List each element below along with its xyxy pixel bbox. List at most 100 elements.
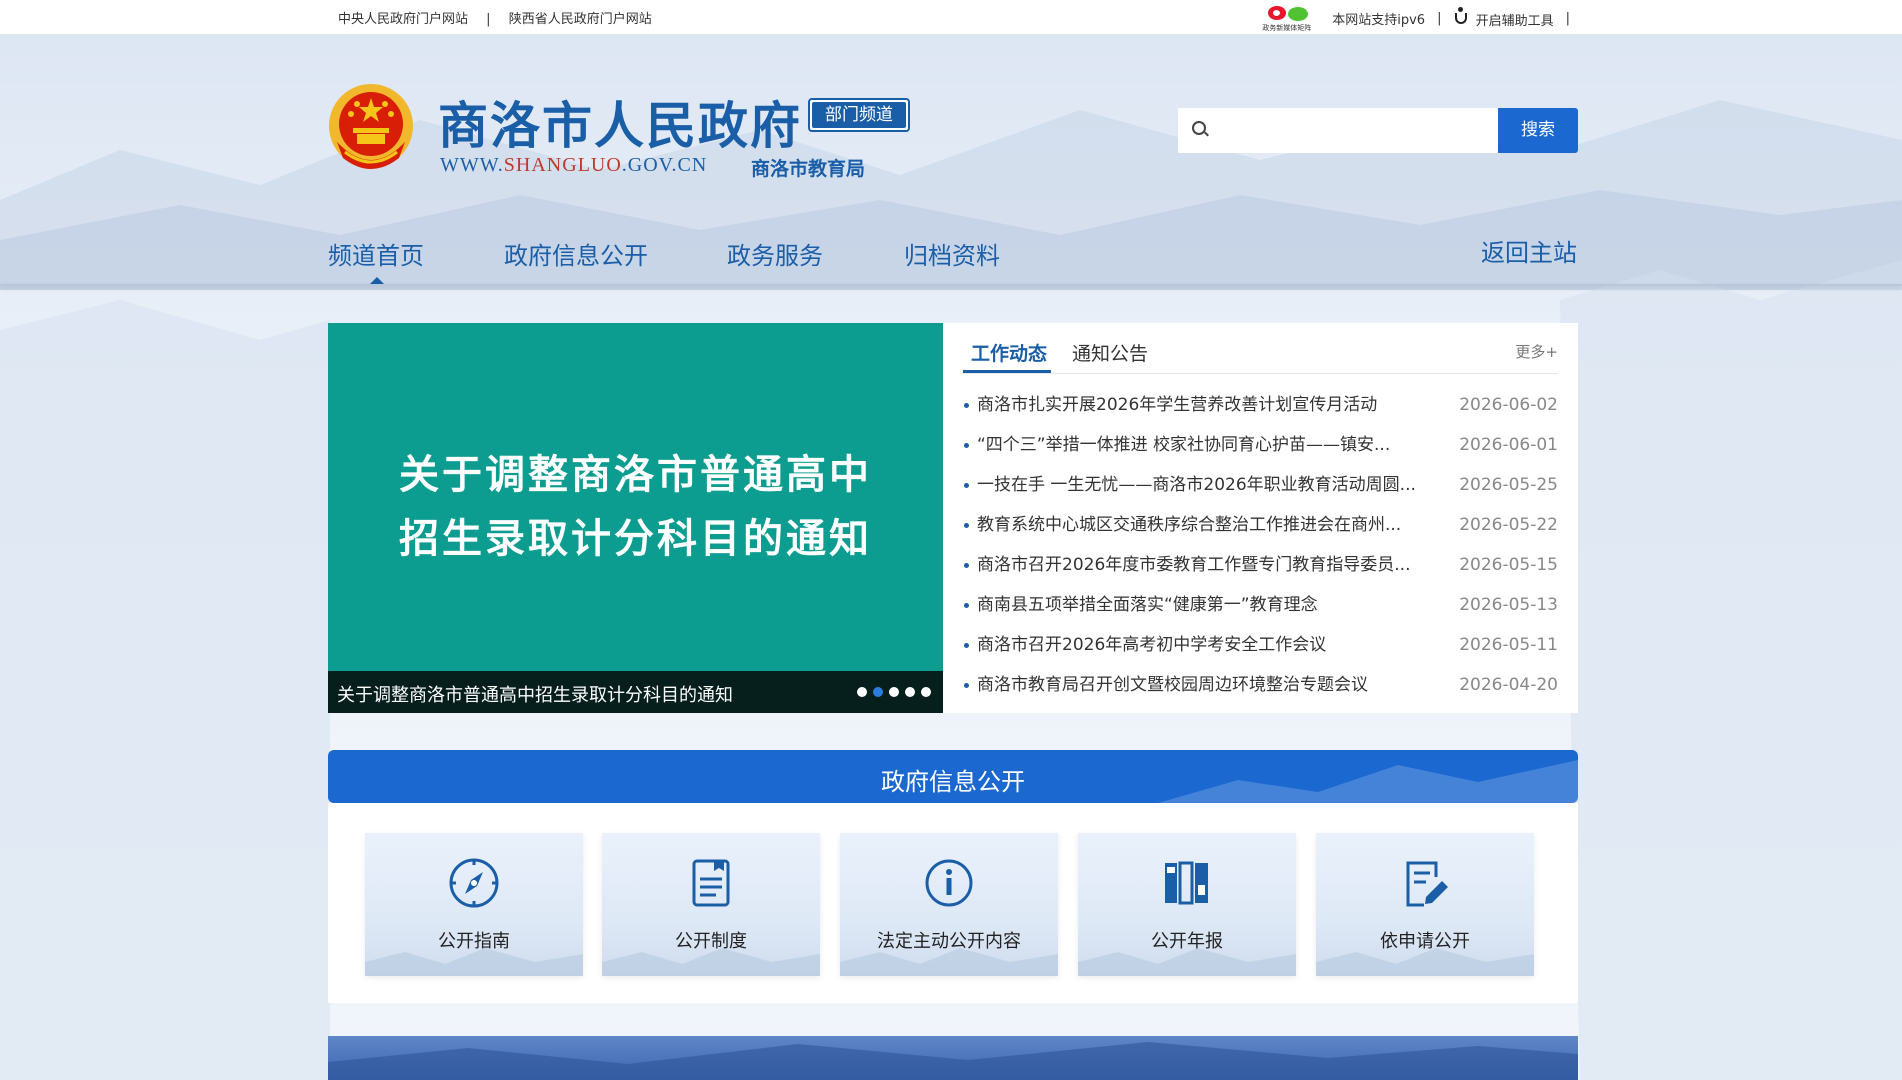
card-open-system[interactable]: 公开制度 bbox=[602, 833, 820, 976]
card-mountain-decoration bbox=[365, 948, 583, 976]
news-item[interactable]: 一技在手 一生无忧——商洛市2026年职业教育活动周圆... 2026-05-25 bbox=[963, 465, 1558, 505]
search-input[interactable] bbox=[1214, 114, 1478, 148]
news-tabs bbox=[963, 323, 1558, 374]
separator: | bbox=[1437, 10, 1442, 26]
news-item[interactable]: 商洛市召开2026年高考初中学考安全工作会议 2026-05-11 bbox=[963, 625, 1558, 665]
weibo-icon bbox=[1268, 6, 1287, 20]
card-mountain-decoration bbox=[1316, 948, 1534, 976]
search-box bbox=[1178, 108, 1498, 153]
news-title[interactable]: 商南县五项举措全面落实“健康第一”教育理念 bbox=[977, 585, 1447, 625]
news-panel: 工作动态 通知公告 更多+ 商洛市扎实开展2026年学生营养改善计划宣传月活动 2… bbox=[943, 323, 1578, 713]
site-title[interactable]: 商洛市人民政府 bbox=[438, 86, 802, 158]
link-province-gov[interactable]: 陕西省人民政府门户网站 bbox=[509, 12, 652, 27]
next-section-banner bbox=[328, 1036, 1578, 1080]
news-date: 2026-05-22 bbox=[1459, 515, 1558, 535]
news-title[interactable]: 商洛市教育局召开创文暨校园周边环境整治专题会议 bbox=[977, 665, 1447, 705]
nav-item-archive[interactable]: 归档资料 bbox=[904, 236, 1000, 271]
news-title[interactable]: 商洛市召开2026年度市委教育工作暨专门教育指导委员... bbox=[977, 545, 1447, 585]
accessibility-label: 开启辅助工具 bbox=[1475, 14, 1554, 29]
card-mountain-decoration bbox=[1078, 948, 1296, 976]
slider-dot[interactable] bbox=[857, 687, 867, 697]
books-icon bbox=[1165, 861, 1208, 905]
site-url: WWW.SHANGLUO.GOV.CN bbox=[440, 154, 707, 177]
news-date: 2026-05-25 bbox=[1459, 475, 1558, 495]
tab-work-news[interactable]: 工作动态 bbox=[971, 339, 1047, 366]
link-central-gov[interactable]: 中央人民政府门户网站 bbox=[338, 12, 468, 27]
nav-back-to-main[interactable]: 返回主站 bbox=[1481, 233, 1577, 268]
dept-channel-tag: 部门频道 bbox=[808, 98, 910, 132]
news-title[interactable]: 一技在手 一生无忧——商洛市2026年职业教育活动周圆... bbox=[977, 465, 1447, 505]
top-right-tools: 政务新媒体矩阵 本网站支持ipv6 | 开启辅助工具 | bbox=[1262, 5, 1582, 32]
news-item[interactable]: 商南县五项举措全面落实“健康第一”教育理念 2026-05-13 bbox=[963, 585, 1558, 625]
news-item[interactable]: 教育系统中心城区交通秩序综合整治工作推进会在商州... 2026-05-22 bbox=[963, 505, 1558, 545]
news-title[interactable]: “四个三”举措一体推进 校家社协同育心护苗——镇安... bbox=[977, 425, 1447, 465]
main-nav: 频道首页 政府信息公开 政务服务 归档资料 返回主站 bbox=[0, 220, 1902, 284]
slider-headline-line2: 招生录取计分科目的通知 bbox=[399, 516, 872, 562]
separator: | bbox=[486, 12, 491, 27]
national-emblem-icon bbox=[329, 84, 413, 169]
new-media-icon[interactable]: 政务新媒体矩阵 bbox=[1262, 5, 1316, 32]
banner-mountains bbox=[328, 1042, 1578, 1080]
nav-item-home[interactable]: 频道首页 bbox=[328, 236, 424, 271]
top-links: 中央人民政府门户网站 | 陕西省人民政府门户网站 bbox=[338, 8, 652, 27]
dept-channel-label: 部门频道 bbox=[812, 102, 906, 128]
info-cards: 公开指南 公开制度 法定主动公开内容 公开年报 依申请公开 bbox=[328, 803, 1578, 1003]
search-button[interactable]: 搜索 bbox=[1498, 108, 1578, 153]
slider-dot[interactable] bbox=[873, 687, 883, 697]
document-icon bbox=[692, 859, 730, 907]
compass-icon bbox=[449, 858, 499, 908]
news-list: 商洛市扎实开展2026年学生营养改善计划宣传月活动 2026-06-02 “四个三”… bbox=[963, 385, 1558, 705]
active-tab-underline bbox=[963, 370, 1051, 373]
url-prefix: WWW. bbox=[440, 154, 504, 176]
slider-caption-bar: 关于调整商洛市普通高中招生录取计分科目的通知 bbox=[328, 671, 943, 713]
slider-dots bbox=[851, 687, 931, 697]
url-suffix: .GOV.CN bbox=[621, 154, 708, 176]
slider-dot[interactable] bbox=[889, 687, 899, 697]
nav-active-indicator bbox=[370, 277, 384, 284]
more-link[interactable]: 更多+ bbox=[1515, 341, 1558, 362]
slider-caption[interactable]: 关于调整商洛市普通高中招生录取计分科目的通知 bbox=[337, 681, 733, 707]
news-date: 2026-05-11 bbox=[1459, 635, 1558, 655]
news-item[interactable]: 商洛市召开2026年度市委教育工作暨专门教育指导委员... 2026-05-15 bbox=[963, 545, 1558, 585]
accessibility-button[interactable]: 开启辅助工具 bbox=[1453, 7, 1554, 29]
news-title[interactable]: 商洛市扎实开展2026年学生营养改善计划宣传月活动 bbox=[977, 385, 1447, 425]
card-statutory-content[interactable]: 法定主动公开内容 bbox=[840, 833, 1058, 976]
news-item[interactable]: “四个三”举措一体推进 校家社协同育心护苗——镇安... 2026-06-01 bbox=[963, 425, 1558, 465]
news-date: 2026-05-13 bbox=[1459, 595, 1558, 615]
nav-divider bbox=[0, 284, 1902, 286]
url-highlight: SHANGLUO bbox=[503, 154, 622, 176]
search-icon bbox=[1192, 121, 1206, 135]
accessibility-icon bbox=[1453, 7, 1468, 25]
news-date: 2026-06-01 bbox=[1459, 435, 1558, 455]
news-item[interactable]: 商洛市扎实开展2026年学生营养改善计划宣传月活动 2026-06-02 bbox=[963, 385, 1558, 425]
edit-document-icon bbox=[1406, 861, 1448, 907]
card-annual-report[interactable]: 公开年报 bbox=[1078, 833, 1296, 976]
separator: | bbox=[1565, 10, 1570, 26]
news-item[interactable]: 商洛市教育局召开创文暨校园周边环境整治专题会议 2026-04-20 bbox=[963, 665, 1558, 705]
card-open-guide[interactable]: 公开指南 bbox=[365, 833, 583, 976]
nav-item-gov-info[interactable]: 政府信息公开 bbox=[504, 236, 648, 271]
news-date: 2026-04-20 bbox=[1459, 675, 1558, 695]
ipv6-label: 本网站支持ipv6 bbox=[1332, 12, 1426, 28]
slider-headline[interactable]: 关于调整商洛市普通高中 招生录取计分科目的通知 bbox=[328, 443, 943, 571]
card-apply-disclosure[interactable]: 依申请公开 bbox=[1316, 833, 1534, 976]
news-title[interactable]: 商洛市召开2026年高考初中学考安全工作会议 bbox=[977, 625, 1447, 665]
slider-headline-line1: 关于调整商洛市普通高中 bbox=[399, 452, 872, 498]
tab-notices[interactable]: 通知公告 bbox=[1072, 339, 1148, 366]
section-title: 政府信息公开 bbox=[881, 768, 1025, 796]
top-bar: 中央人民政府门户网站 | 陕西省人民政府门户网站 政务新媒体矩阵 本网站支持ip… bbox=[0, 0, 1902, 35]
slider-dot[interactable] bbox=[921, 687, 931, 697]
new-media-caption: 政务新媒体矩阵 bbox=[1262, 24, 1312, 32]
featured-slider[interactable]: 关于调整商洛市普通高中 招生录取计分科目的通知 关于调整商洛市普通高中招生录取计… bbox=[328, 323, 943, 713]
card-mountain-decoration bbox=[602, 948, 820, 976]
slider-dot[interactable] bbox=[905, 687, 915, 697]
info-icon bbox=[925, 859, 973, 907]
card-mountain-decoration bbox=[840, 948, 1058, 976]
dept-name: 商洛市教育局 bbox=[751, 158, 866, 180]
news-date: 2026-05-15 bbox=[1459, 555, 1558, 575]
section-header: 政府信息公开 bbox=[328, 750, 1578, 803]
news-date: 2026-06-02 bbox=[1459, 395, 1558, 415]
nav-item-services[interactable]: 政务服务 bbox=[727, 236, 823, 271]
news-title[interactable]: 教育系统中心城区交通秩序综合整治工作推进会在商州... bbox=[977, 505, 1447, 545]
wechat-icon bbox=[1288, 7, 1309, 21]
